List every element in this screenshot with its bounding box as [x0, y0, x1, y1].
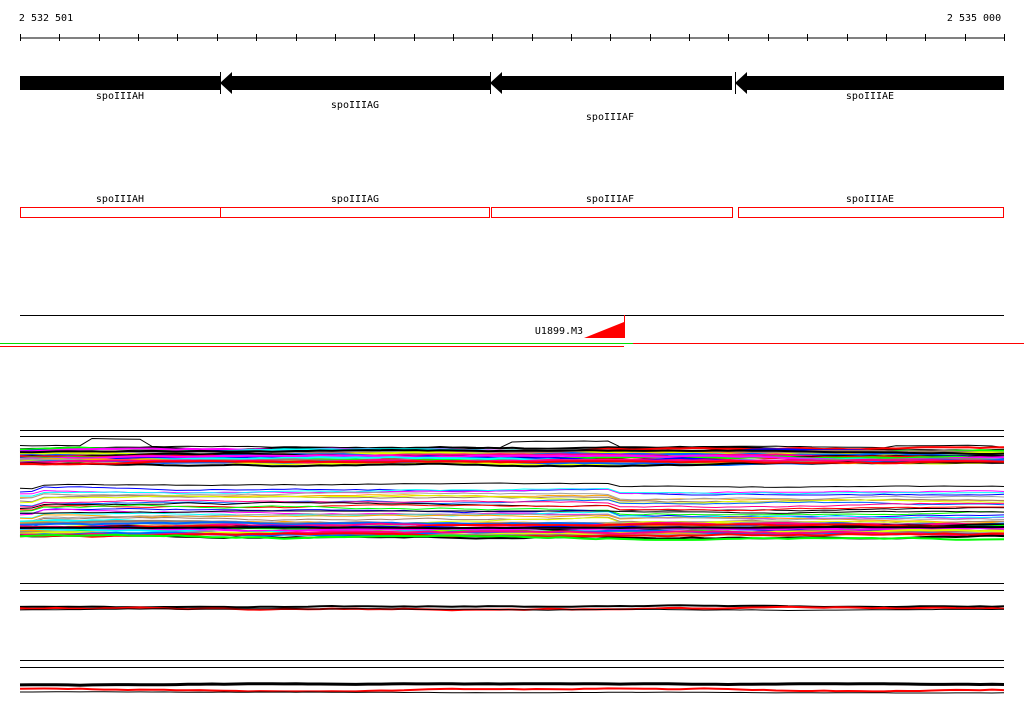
track-series-line [19, 682, 1005, 687]
track-series-line [19, 482, 1005, 490]
annotation-box[interactable] [491, 207, 733, 218]
track-series-line [19, 525, 1005, 530]
annotation-track [20, 207, 1004, 218]
annotation-box[interactable] [20, 207, 221, 218]
ruler-end-label: 2 535 000 [946, 13, 1002, 24]
gene-label[interactable]: spoIIIAG [331, 100, 379, 111]
annotation-label[interactable]: spoIIIAG [331, 194, 379, 205]
annotation-box[interactable] [738, 207, 1004, 218]
annotation-label[interactable]: spoIIIAF [586, 194, 634, 205]
annotation-label[interactable]: spoIIIAH [96, 194, 144, 205]
gene-label[interactable]: spoIIIAE [846, 91, 894, 102]
data-tracks [19, 430, 1005, 694]
annotation-label[interactable]: spoIIIAE [846, 194, 894, 205]
genome-browser-canvas [0, 34, 1024, 694]
track-series-line [19, 437, 1005, 449]
annotation-box[interactable] [220, 207, 490, 218]
feature-ramp[interactable] [584, 322, 624, 338]
gene-label[interactable]: spoIIIAH [96, 91, 144, 102]
gene-label[interactable]: spoIIIAF [586, 112, 634, 123]
track-series-line [19, 687, 1005, 693]
gene-arrow[interactable] [220, 72, 490, 94]
feature-label[interactable]: U1899.M3 [535, 326, 583, 337]
ruler [20, 34, 1005, 41]
feature-track [0, 315, 1024, 347]
gene-arrow[interactable] [490, 72, 732, 94]
ruler-start-label: 2 532 501 [18, 13, 74, 24]
gene-arrow[interactable] [20, 76, 220, 90]
